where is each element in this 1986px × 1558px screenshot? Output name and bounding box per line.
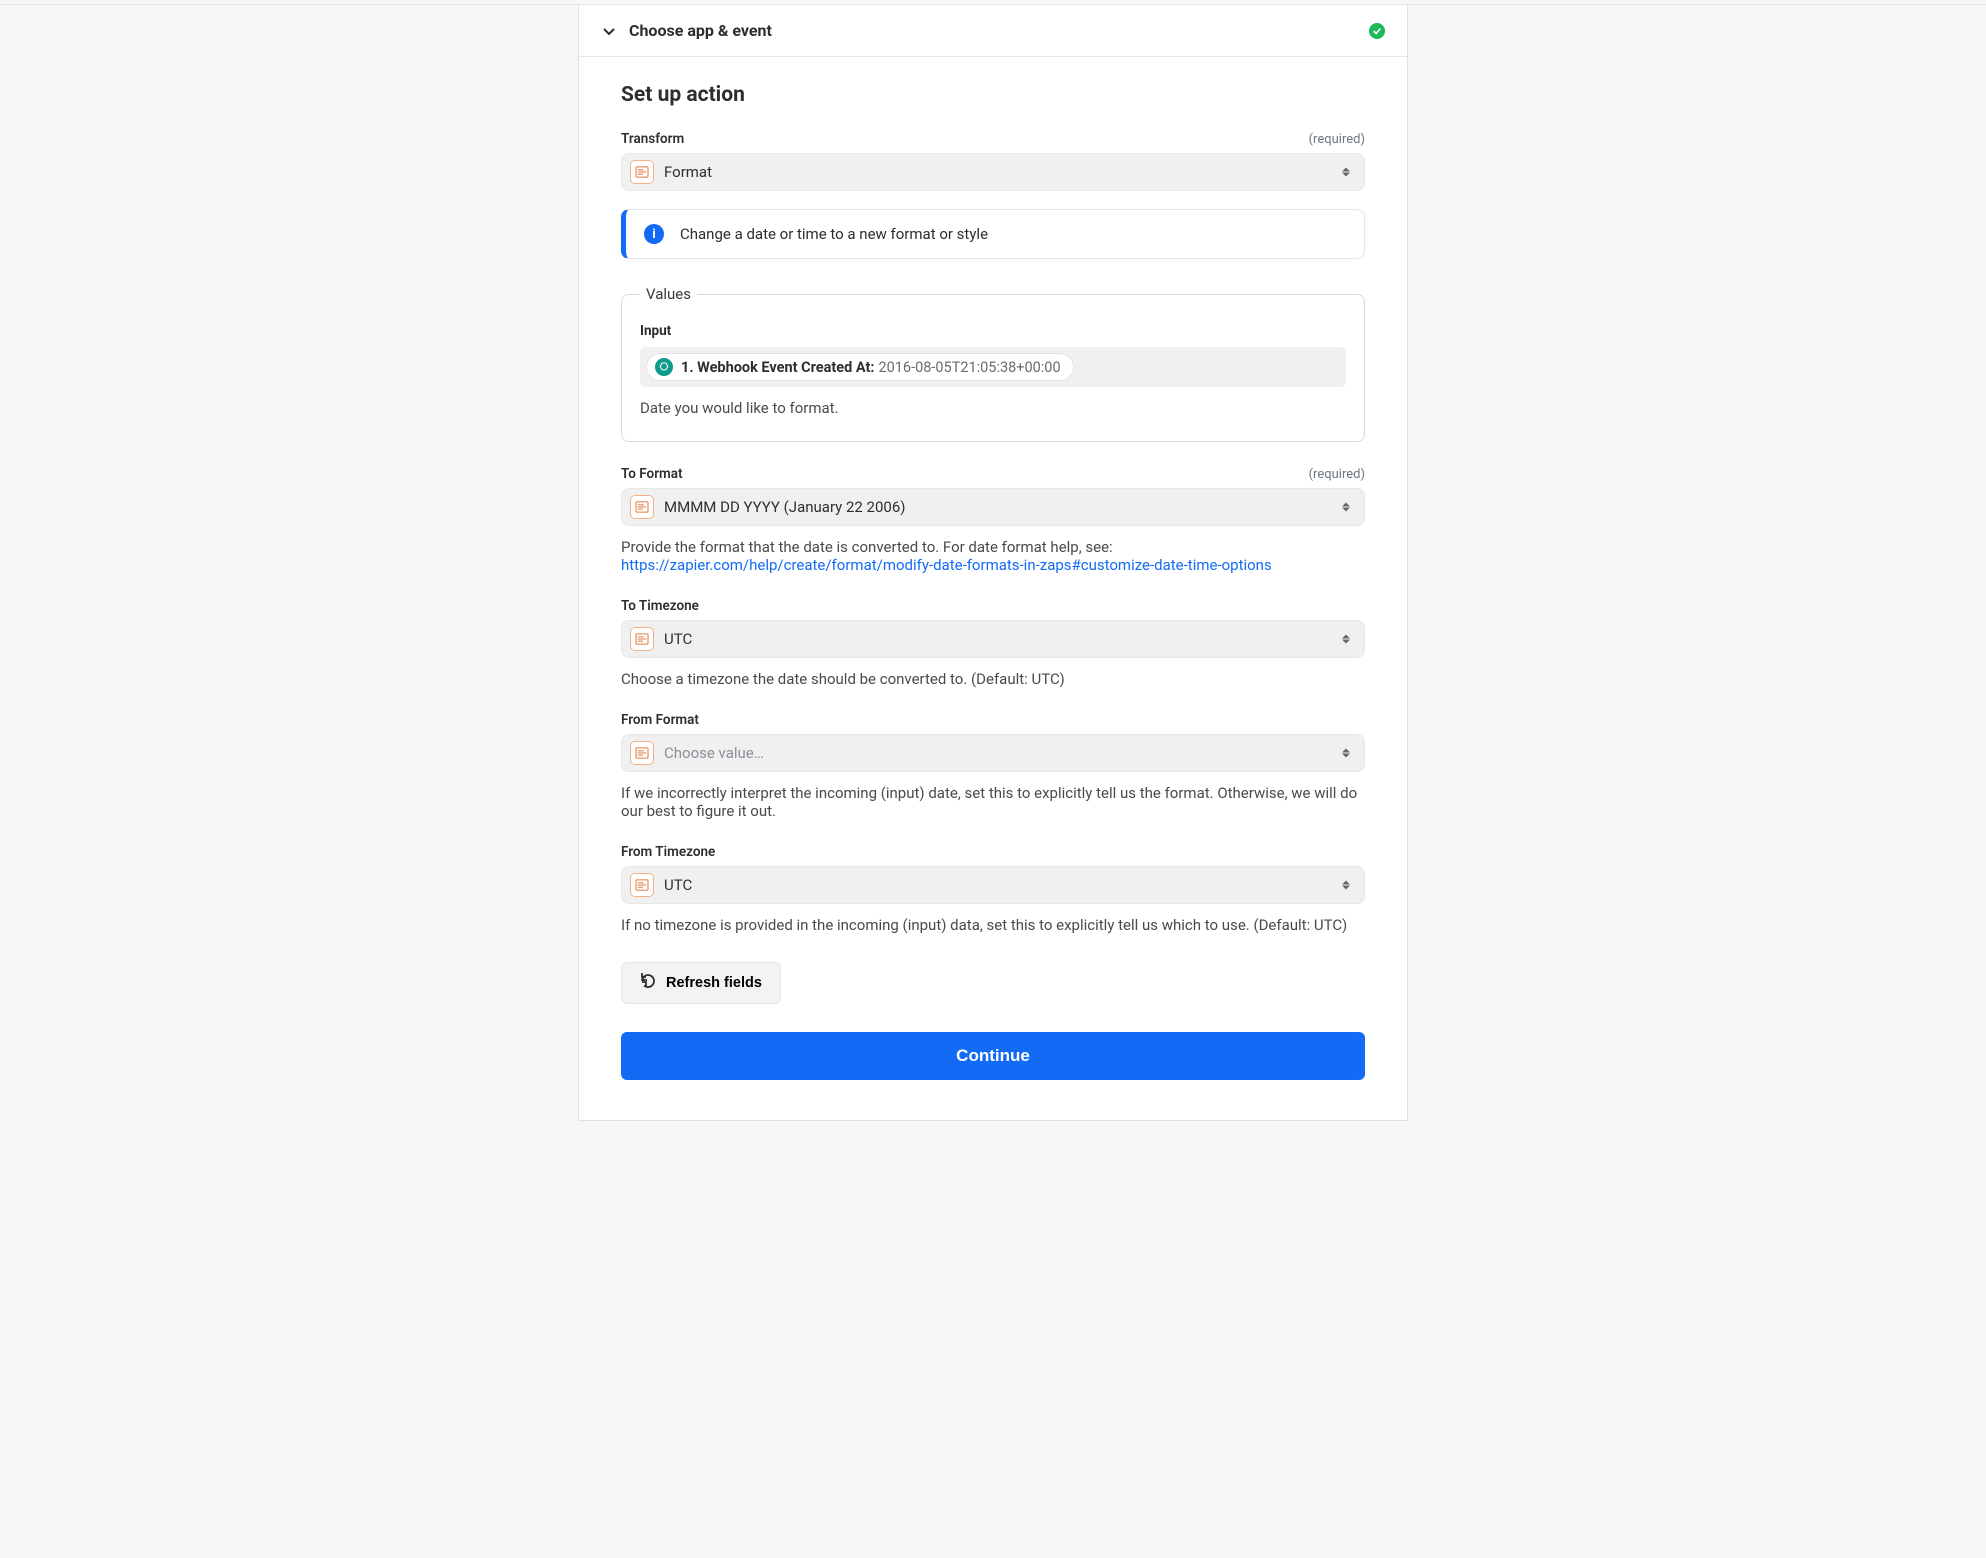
webhook-step-icon: ⎔ [655, 358, 673, 376]
transform-label: Transform [621, 131, 684, 147]
transform-value: Format [664, 163, 712, 181]
chevron-down-icon [601, 23, 617, 39]
to-timezone-hint: Choose a timezone the date should be con… [621, 670, 1365, 688]
to-format-select[interactable]: MMMM DD YYYY (January 22 2006) [621, 488, 1365, 526]
to-format-hint: Provide the format that the date is conv… [621, 538, 1365, 574]
format-help-link[interactable]: https://zapier.com/help/create/format/mo… [621, 556, 1272, 574]
format-app-icon [630, 873, 654, 897]
panel-title: Choose app & event [629, 21, 772, 40]
values-fieldset: Values Input ⎔ 1. Webhook Event Created … [621, 285, 1365, 442]
sort-caret-icon [1342, 168, 1350, 177]
panel-header[interactable]: Choose app & event [579, 5, 1407, 57]
input-value-pill[interactable]: ⎔ 1. Webhook Event Created At: 2016-08-0… [646, 353, 1074, 381]
from-timezone-label: From Timezone [621, 844, 715, 860]
required-tag: (required) [1309, 467, 1365, 482]
continue-button[interactable]: Continue [621, 1032, 1365, 1080]
from-format-label: From Format [621, 712, 699, 728]
sort-caret-icon [1342, 503, 1350, 512]
sort-caret-icon [1342, 749, 1350, 758]
pill-value: 2016-08-05T21:05:38+00:00 [878, 359, 1060, 376]
format-app-icon [630, 160, 654, 184]
format-app-icon [630, 627, 654, 651]
to-format-label: To Format [621, 466, 683, 482]
from-format-hint: If we incorrectly interpret the incoming… [621, 784, 1365, 820]
refresh-fields-button[interactable]: Refresh fields [621, 962, 781, 1004]
to-timezone-label: To Timezone [621, 598, 699, 614]
refresh-icon [640, 973, 656, 993]
section-title: Set up action [621, 83, 1365, 107]
to-timezone-select[interactable]: UTC [621, 620, 1365, 658]
required-tag: (required) [1309, 132, 1365, 147]
input-field[interactable]: ⎔ 1. Webhook Event Created At: 2016-08-0… [640, 347, 1346, 387]
input-hint: Date you would like to format. [640, 399, 1346, 417]
to-timezone-value: UTC [664, 630, 692, 648]
format-app-icon [630, 741, 654, 765]
sort-caret-icon [1342, 635, 1350, 644]
from-timezone-select[interactable]: UTC [621, 866, 1365, 904]
refresh-label: Refresh fields [666, 975, 762, 991]
info-banner: i Change a date or time to a new format … [621, 209, 1365, 259]
success-check-icon [1369, 23, 1385, 39]
action-panel: Choose app & event Set up action Transfo… [578, 5, 1408, 1121]
from-format-placeholder: Choose value… [664, 744, 764, 762]
transform-select[interactable]: Format [621, 153, 1365, 191]
info-icon: i [644, 224, 664, 244]
format-app-icon [630, 495, 654, 519]
from-format-select[interactable]: Choose value… [621, 734, 1365, 772]
from-timezone-value: UTC [664, 876, 692, 894]
pill-label: 1. Webhook Event Created At: [681, 359, 874, 376]
info-text: Change a date or time to a new format or… [680, 225, 988, 243]
to-format-value: MMMM DD YYYY (January 22 2006) [664, 498, 906, 516]
values-legend: Values [640, 285, 697, 303]
input-label: Input [640, 323, 1346, 339]
from-timezone-hint: If no timezone is provided in the incomi… [621, 916, 1365, 934]
sort-caret-icon [1342, 881, 1350, 890]
